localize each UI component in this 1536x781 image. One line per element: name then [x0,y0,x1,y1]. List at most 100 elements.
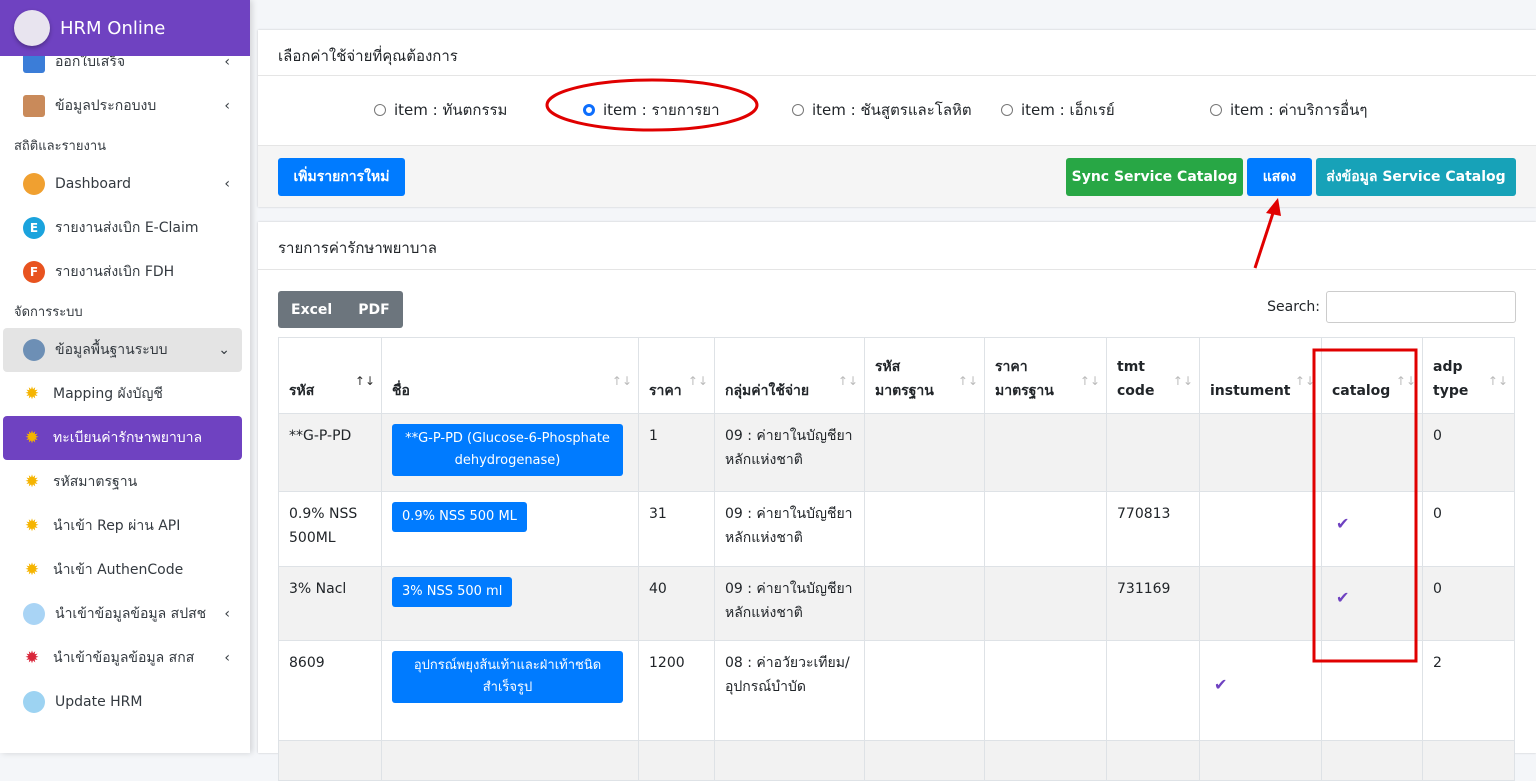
cell-instrument [1200,492,1322,567]
item-name-button[interactable]: 0.9% NSS 500 ML [392,502,527,532]
header-label: รหัส [289,383,314,399]
sidebar-item-import-cgd[interactable]: ✹นำเข้าข้อมูลข้อมูล สกส‹ [3,636,242,680]
sidebar-item-update-hrm[interactable]: Update HRM [3,680,242,724]
cell-tmt [1107,641,1200,741]
cell [279,741,382,781]
cell-tmt: 770813 [1107,492,1200,567]
column-header[interactable]: tmt code↑↓ [1107,338,1200,414]
sort-icon[interactable]: ↑↓ [838,369,858,393]
sidebar-item-fdh[interactable]: Fรายงานส่งเบิก FDH [3,250,242,294]
sidebar-item-dashboard[interactable]: Dashboard‹ [3,162,242,206]
sidebar-item-standard-code[interactable]: ✹รหัสมาตรฐาน [3,460,242,504]
sync-catalog-button[interactable]: Sync Service Catalog [1066,158,1243,196]
sidebar-item-import-authen[interactable]: ✹นำเข้า AuthenCode [3,548,242,592]
check-icon: ✔ [1336,588,1349,607]
column-header[interactable]: กลุ่มค่าใช้จ่าย↑↓ [715,338,865,414]
sort-icon[interactable]: ↑↓ [1488,369,1508,393]
cell-catalog [1322,414,1423,492]
e-icon: E [23,217,45,239]
sidebar: HRM Online ออกใบเสร็จ‹ ข้อมูลประกอบงบ‹ ส… [0,0,250,753]
sidebar-item-import-rep[interactable]: ✹นำเข้า Rep ผ่าน API [3,504,242,548]
cell-std_code [865,492,985,567]
cell [1200,741,1322,781]
radio-drugs[interactable]: item : รายการยา [583,98,720,122]
search-label: Search: [1267,299,1320,315]
add-new-button[interactable]: เพิ่มรายการใหม่ [278,158,405,196]
excel-button[interactable]: Excel [278,291,345,328]
cell-code: 8609 [279,641,382,741]
radio-other-services[interactable]: item : ค่าบริการอื่นๆ [1210,98,1367,122]
sidebar-nav: ออกใบเสร็จ‹ ข้อมูลประกอบงบ‹ สถิติและรายง… [0,40,250,724]
cell-tmt: 731169 [1107,567,1200,641]
cell-code: 0.9% NSS 500ML [279,492,382,567]
cell-adp: 0 [1423,414,1515,492]
chevron-left-icon: ‹ [224,176,230,192]
radio-xray[interactable]: item : เอ็กเรย์ [1001,98,1115,122]
header-label: catalog [1332,383,1390,399]
sidebar-item-treatment-registry[interactable]: ✹ทะเบียนค่ารักษาพยาบาล [3,416,242,460]
sidebar-item-eclaim[interactable]: E รายงานส่งเบิก E-Claim [3,206,242,250]
search-input[interactable] [1326,291,1516,323]
check-icon: ✔ [1214,675,1227,694]
radio-circle[interactable] [374,104,386,116]
sort-icon[interactable]: ↑↓ [612,369,632,393]
radio-circle[interactable] [1001,104,1013,116]
cell-catalog [1322,641,1423,741]
cell-std_code [865,641,985,741]
sort-icon[interactable]: ↑↓ [958,369,978,393]
cloud-download-icon [23,603,45,625]
item-name-button[interactable]: **G-P-PD (Glucose-6-Phosphate dehydrogen… [392,424,623,476]
label: ข้อมูลประกอบงบ [55,95,156,117]
label: item : เอ็กเรย์ [1021,98,1115,122]
send-catalog-button[interactable]: ส่งข้อมูล Service Catalog [1316,158,1516,196]
check-icon: ✔ [1336,514,1349,533]
radio-lab-blood[interactable]: item : ชันสูตรและโลหิต [792,98,972,122]
sidebar-item-budget-info[interactable]: ข้อมูลประกอบงบ‹ [3,84,242,128]
filter-title: เลือกค่าใช้จ่ายที่คุณต้องการ [258,30,1536,76]
cell-std_price [985,641,1107,741]
column-header[interactable]: ชื่อ ↑↓ [382,338,639,414]
header-label: ราคา [649,383,682,399]
sidebar-item-import-nhso[interactable]: นำเข้าข้อมูลข้อมูล สปสช‹ [3,592,242,636]
cloud-server-icon [23,691,45,713]
column-header[interactable]: ราคา ↑↓ [639,338,715,414]
sort-icon[interactable]: ↑↓ [1295,369,1315,393]
sidebar-item-system-base[interactable]: ข้อมูลพื้นฐานระบบ⌄ [3,328,242,372]
show-button[interactable]: แสดง [1247,158,1312,196]
cell-adp: 2 [1423,641,1515,741]
cell-name: อุปกรณ์พยุงส้นเท้าและฝ่าเท้าชนิดสำเร็จรู… [382,641,639,741]
item-name-button[interactable]: อุปกรณ์พยุงส้นเท้าและฝ่าเท้าชนิดสำเร็จรู… [392,651,623,703]
action-bar: เพิ่มรายการใหม่ Sync Service Catalog แสด… [258,145,1536,207]
column-header[interactable]: instument↑↓ [1200,338,1322,414]
pdf-button[interactable]: PDF [345,291,402,328]
search: Search: [1267,291,1516,323]
column-header[interactable]: รหัส ↑↓ [279,338,382,414]
item-name-button[interactable]: 3% NSS 500 ml [392,577,512,607]
brand[interactable]: HRM Online [0,0,250,56]
label: รายงานส่งเบิก E-Claim [55,217,199,239]
sort-icon[interactable]: ↑↓ [1396,369,1416,393]
header-label: ชื่อ [392,383,410,399]
column-header[interactable]: รหัส มาตรฐาน↑↓ [865,338,985,414]
column-header[interactable]: ราคา มาตรฐาน↑↓ [985,338,1107,414]
expense-type-radios: item : ทันตกรรม item : รายการยา item : ช… [258,76,1536,136]
radio-circle[interactable] [1210,104,1222,116]
radio-circle-checked[interactable] [583,104,595,116]
sort-icon[interactable]: ↑↓ [688,369,708,393]
app-title: HRM Online [60,18,165,39]
sort-icon[interactable]: ↑↓ [1080,369,1100,393]
column-header[interactable]: adp type↑↓ [1423,338,1515,414]
sidebar-item-mapping[interactable]: ✹Mapping ผังบัญชี [3,372,242,416]
radio-circle[interactable] [792,104,804,116]
sort-icon[interactable]: ↑↓ [1173,369,1193,393]
avatar-logo [14,10,50,46]
sort-icon[interactable]: ↑↓ [355,369,375,393]
label: item : ค่าบริการอื่นๆ [1230,98,1367,122]
cell [382,741,639,781]
label: item : ทันตกรรม [394,98,507,122]
list-card: รายการค่ารักษาพยาบาล Excel PDF Search: ร… [258,222,1536,753]
table-row: 8609อุปกรณ์พยุงส้นเท้าและฝ่าเท้าชนิดสำเร… [279,641,1515,741]
column-header[interactable]: catalog ↑↓ [1322,338,1423,414]
radio-dental[interactable]: item : ทันตกรรม [374,98,507,122]
section-header: สถิติและรายงาน [0,128,250,162]
